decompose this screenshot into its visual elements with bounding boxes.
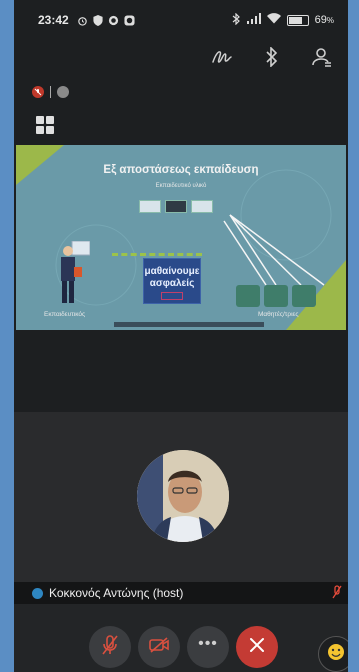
mic-off-indicator-icon bbox=[32, 86, 44, 98]
annotate-icon[interactable] bbox=[210, 45, 234, 69]
status-bar: 23:42 69% bbox=[14, 0, 348, 40]
phone-screen: 23:42 69% Εξ αποστάσεως εκπαίδευση Εκπαι… bbox=[14, 0, 348, 672]
indicator-row bbox=[14, 74, 348, 110]
clock: 23:42 bbox=[38, 13, 69, 27]
globe-icon bbox=[32, 587, 43, 599]
battery-percent: 69% bbox=[314, 14, 334, 26]
signal-icon bbox=[246, 13, 261, 27]
meeting-toolbar bbox=[14, 40, 348, 74]
wifi-icon bbox=[266, 13, 281, 27]
meeting-controls: ••• bbox=[14, 604, 348, 672]
student-icon bbox=[236, 285, 260, 307]
slide-footer bbox=[114, 322, 264, 327]
shield-icon bbox=[93, 14, 103, 26]
video-button[interactable] bbox=[138, 626, 180, 668]
pen-indicator-icon bbox=[57, 86, 69, 98]
bluetooth-icon[interactable] bbox=[260, 45, 284, 69]
students-label: Μαθητές/τριες bbox=[258, 311, 299, 318]
battery-icon bbox=[286, 14, 309, 26]
dashed-arrow bbox=[112, 253, 202, 256]
monitor-icons bbox=[139, 200, 213, 213]
more-icon: ••• bbox=[198, 635, 218, 652]
participant-video-tile[interactable] bbox=[14, 412, 348, 582]
participant-name: Κοκκονός Αντώνης (host) bbox=[49, 586, 184, 600]
monitor-icon bbox=[191, 200, 213, 213]
reaction-button[interactable] bbox=[318, 636, 348, 672]
teacher-label: Εκπαιδευτικός bbox=[44, 311, 86, 318]
reaction-icon bbox=[327, 643, 345, 666]
avatar bbox=[137, 450, 229, 542]
participant-name-bar: Κοκκονός Αντώνης (host) bbox=[14, 582, 348, 604]
camera-off-icon bbox=[148, 636, 170, 658]
app-icon bbox=[124, 14, 135, 26]
status-right: 69% bbox=[232, 12, 334, 28]
more-button[interactable]: ••• bbox=[187, 626, 229, 668]
divider bbox=[50, 86, 51, 98]
leave-button[interactable] bbox=[236, 626, 278, 668]
teacher-illustration bbox=[58, 240, 91, 307]
slide-title: Εξ αποστάσεως εκπαίδευση bbox=[103, 164, 259, 176]
monitor-icon bbox=[165, 200, 187, 213]
circle-icon bbox=[108, 15, 119, 26]
student-icon bbox=[264, 285, 288, 307]
monitor-icon bbox=[139, 200, 161, 213]
participants-icon[interactable] bbox=[310, 45, 334, 69]
mic-off-icon bbox=[101, 634, 119, 661]
gallery-view-icon[interactable] bbox=[36, 116, 54, 134]
mic-muted-icon bbox=[332, 584, 342, 602]
alarm-icon bbox=[77, 15, 88, 26]
shared-screen: Εξ αποστάσεως εκπαίδευση Εκπαιδευτικό υλ… bbox=[16, 145, 346, 330]
center-text-line1: μαθαίνουμε bbox=[144, 266, 200, 277]
center-logo-box: μαθαίνουμε ασφαλείς bbox=[143, 258, 201, 304]
video-tile-empty bbox=[14, 330, 348, 410]
stamp bbox=[161, 292, 183, 300]
leave-icon bbox=[249, 637, 265, 658]
mute-button[interactable] bbox=[89, 626, 131, 668]
slide-subtitle: Εκπαιδευτικό υλικό bbox=[155, 183, 207, 189]
student-icon bbox=[292, 285, 316, 307]
center-text-line2: ασφαλείς bbox=[149, 278, 195, 289]
bluetooth-icon bbox=[232, 12, 241, 28]
